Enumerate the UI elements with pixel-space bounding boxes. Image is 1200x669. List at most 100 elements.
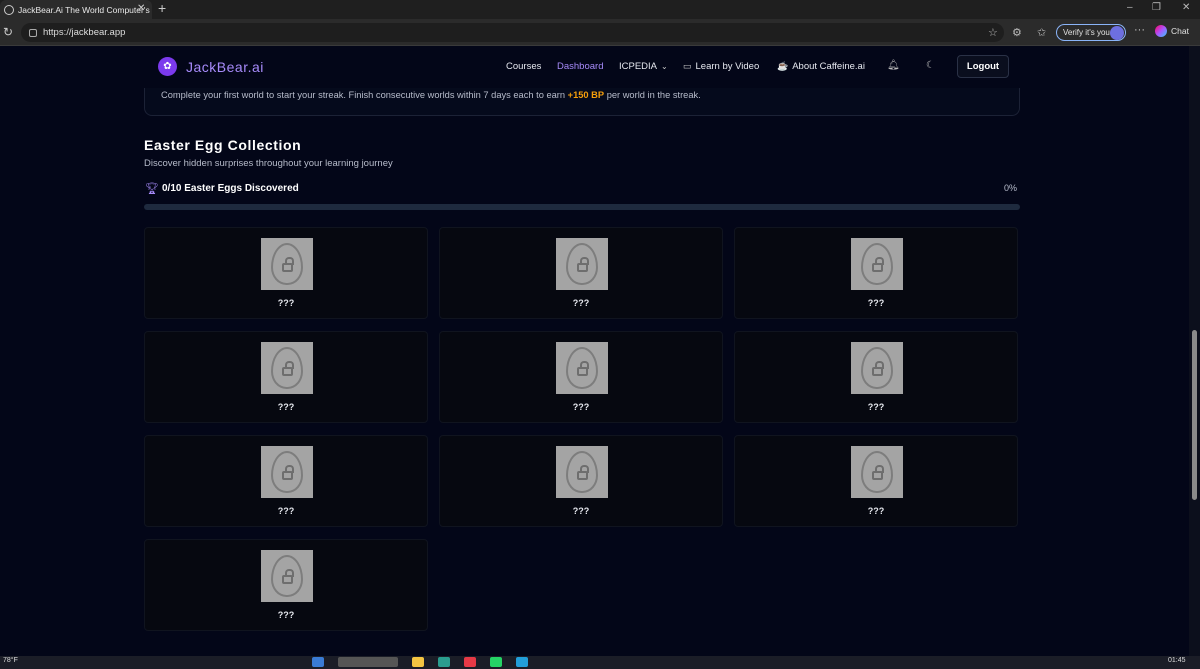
lock-icon <box>871 360 884 376</box>
egg-icon <box>566 451 598 493</box>
url-text: https://jackbear.app <box>43 27 126 38</box>
locked-egg-image <box>261 238 313 290</box>
minimize-icon[interactable]: – <box>1127 2 1133 13</box>
easter-egg-label: ??? <box>572 506 590 516</box>
section-subtitle: Discover hidden surprises throughout you… <box>144 158 393 169</box>
chat-label: Chat <box>1171 26 1189 36</box>
lock-icon <box>576 464 589 480</box>
logout-button[interactable]: Logout <box>957 55 1009 78</box>
egg-icon <box>861 347 893 389</box>
lock-icon <box>29 28 37 37</box>
easter-egg-card[interactable]: ??? <box>144 435 428 527</box>
moon-icon[interactable]: ☾ <box>926 60 935 71</box>
edge-icon[interactable] <box>438 657 450 667</box>
telegram-icon[interactable] <box>516 657 528 667</box>
easter-egg-label: ??? <box>277 402 295 412</box>
locked-egg-image <box>556 342 608 394</box>
locked-egg-image <box>556 238 608 290</box>
easter-egg-label: ??? <box>277 506 295 516</box>
video-camera-icon: ▭ <box>683 61 692 71</box>
logo[interactable]: ✿ JackBear.ai <box>158 57 264 76</box>
lock-icon <box>281 464 294 480</box>
address-bar-row: ↻ https://jackbear.app ☆ ⚙ ✩ Verify it's… <box>0 19 1200 46</box>
file-explorer-icon[interactable] <box>412 657 424 667</box>
taskbar-icons <box>312 657 528 667</box>
nav-icpedia[interactable]: ICPEDIA ⌄ <box>619 61 668 72</box>
progress-bar <box>144 204 1020 210</box>
paw-logo-icon: ✿ <box>158 57 177 76</box>
chevron-down-icon: ⌄ <box>661 62 668 71</box>
bell-icon[interactable]: 🔔︎ <box>887 60 900 71</box>
egg-icon <box>566 347 598 389</box>
nav-courses[interactable]: Courses <box>506 61 541 72</box>
nav-learn-by-video[interactable]: ▭ Learn by Video <box>683 61 759 72</box>
easter-egg-label: ??? <box>867 298 885 308</box>
reload-icon[interactable]: ↻ <box>3 25 13 39</box>
nav-about[interactable]: ☕ About Caffeine.ai <box>777 61 865 72</box>
os-taskbar: 78°F 01:45 <box>0 656 1200 669</box>
egg-icon <box>566 243 598 285</box>
more-menu-icon[interactable]: ··· <box>1134 24 1145 36</box>
easter-egg-card[interactable]: ??? <box>439 435 723 527</box>
whatsapp-icon[interactable] <box>490 657 502 667</box>
easter-egg-card[interactable]: ??? <box>144 331 428 423</box>
verify-profile-button[interactable]: Verify it's you <box>1056 24 1126 41</box>
lock-icon <box>576 360 589 376</box>
easter-egg-card[interactable]: ??? <box>144 227 428 319</box>
egg-icon <box>271 243 303 285</box>
nav-icpedia-label: ICPEDIA <box>619 61 658 72</box>
locked-egg-image <box>851 446 903 498</box>
easter-egg-card[interactable]: ??? <box>734 331 1018 423</box>
page-scrollbar[interactable] <box>1189 46 1200 656</box>
easter-egg-label: ??? <box>277 298 295 308</box>
extensions-icon[interactable]: ⚙ <box>1012 26 1022 39</box>
clock-time: 01:45 <box>1168 657 1186 664</box>
easter-egg-card[interactable]: ??? <box>734 435 1018 527</box>
close-tab-icon[interactable]: ✕ <box>137 3 145 14</box>
easter-egg-label: ??? <box>867 506 885 516</box>
egg-icon <box>271 347 303 389</box>
browser-tab-bar: JackBear.Ai The World Computer's ✕ + – ❐… <box>0 0 1200 19</box>
close-window-icon[interactable]: ✕ <box>1182 2 1190 13</box>
site-header: ✿ JackBear.ai Courses Dashboard ICPEDIA … <box>0 46 1200 88</box>
easter-egg-label: ??? <box>277 610 295 620</box>
lock-icon <box>281 568 294 584</box>
windows-start-icon[interactable] <box>312 657 324 667</box>
locked-egg-image <box>556 446 608 498</box>
progress-label: 0/10 Easter Eggs Discovered <box>162 183 299 194</box>
egg-icon <box>861 243 893 285</box>
browser-tab[interactable]: JackBear.Ai The World Computer's <box>0 0 152 19</box>
favorite-star-icon[interactable]: ☆ <box>988 26 998 39</box>
nav-dashboard[interactable]: Dashboard <box>557 61 603 72</box>
globe-icon <box>4 4 14 15</box>
scrollbar-thumb[interactable] <box>1192 330 1197 500</box>
easter-egg-label: ??? <box>572 298 590 308</box>
avatar <box>1110 26 1124 40</box>
lock-icon <box>871 464 884 480</box>
tab-title: JackBear.Ai The World Computer's <box>18 4 150 15</box>
locked-egg-image <box>261 550 313 602</box>
url-input[interactable]: https://jackbear.app <box>21 23 1004 42</box>
egg-icon <box>271 555 303 597</box>
easter-egg-card[interactable]: ??? <box>144 539 428 631</box>
copilot-icon <box>1155 25 1167 37</box>
locked-egg-image <box>851 238 903 290</box>
logo-text: JackBear.ai <box>186 58 264 75</box>
search-box[interactable] <box>338 657 398 667</box>
egg-icon <box>861 451 893 493</box>
easter-egg-card[interactable]: ??? <box>439 227 723 319</box>
restore-icon[interactable]: ❐ <box>1152 2 1161 13</box>
trophy-icon: 🏆︎ <box>145 183 159 195</box>
favorites-icon[interactable]: ✩ <box>1037 26 1046 39</box>
easter-egg-card[interactable]: ??? <box>734 227 1018 319</box>
weather-temp: 78°F <box>3 657 18 664</box>
chrome-icon[interactable] <box>464 657 476 667</box>
easter-egg-label: ??? <box>867 402 885 412</box>
lock-icon <box>281 360 294 376</box>
easter-egg-label: ??? <box>572 402 590 412</box>
verify-label: Verify it's you <box>1063 28 1110 37</box>
locked-egg-image <box>851 342 903 394</box>
new-tab-button[interactable]: + <box>158 0 166 16</box>
copilot-chat-button[interactable]: Chat <box>1155 25 1189 37</box>
easter-egg-card[interactable]: ??? <box>439 331 723 423</box>
